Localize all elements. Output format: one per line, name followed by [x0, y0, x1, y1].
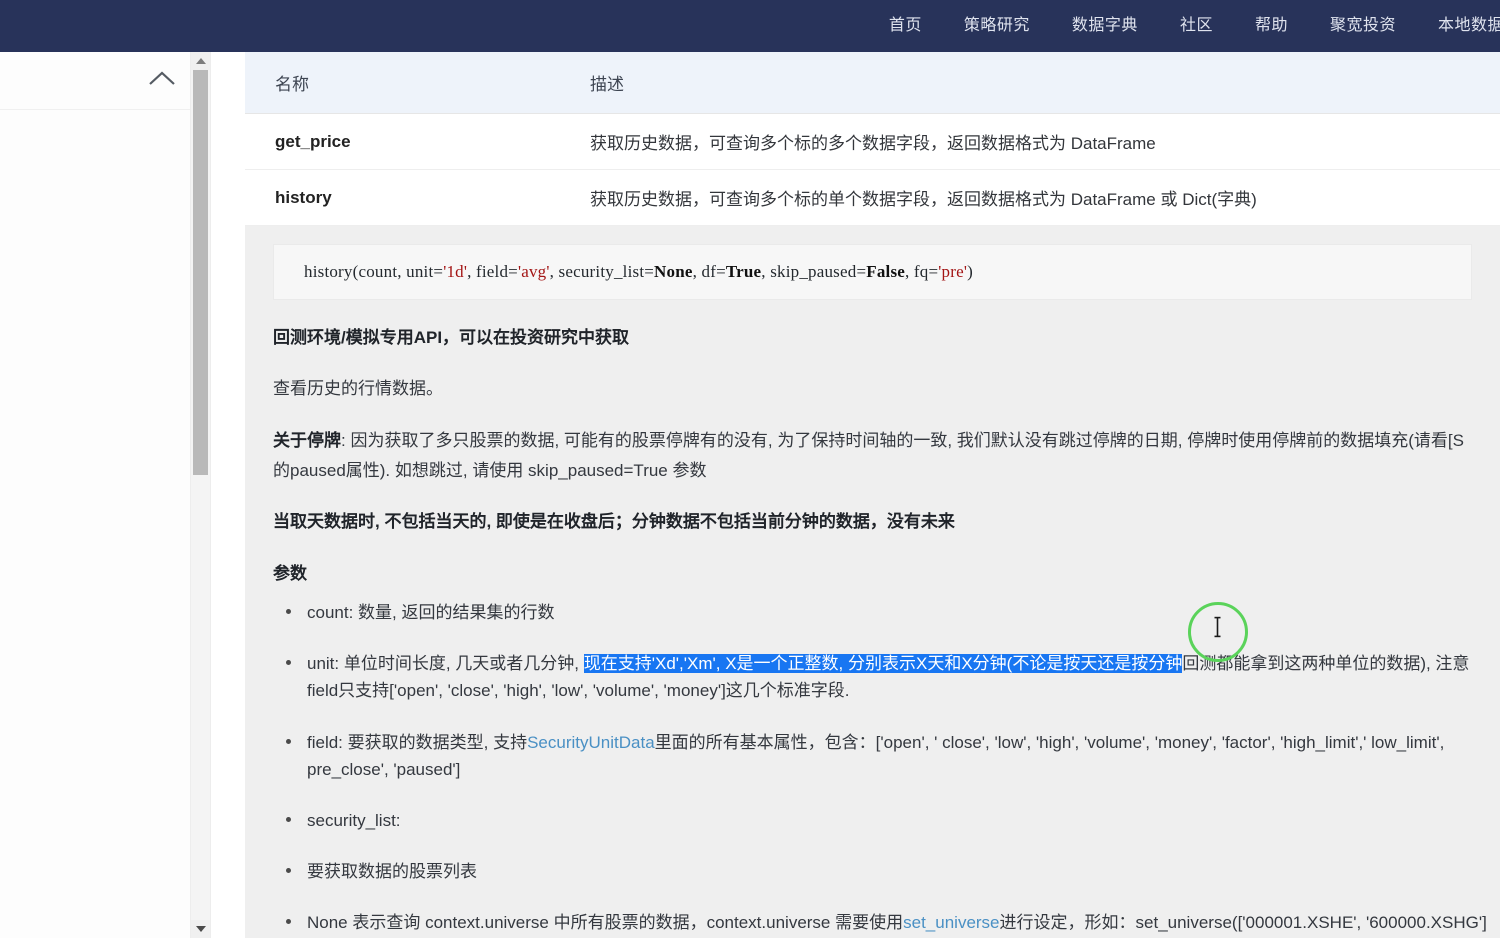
- code-keyword-none: None: [654, 262, 693, 281]
- scrollbar-down-arrow-button[interactable]: [191, 920, 210, 938]
- parameters-list: count: 数量, 返回的结果集的行数 unit: 单位时间长度, 几天或者几…: [245, 599, 1500, 938]
- heading-backtest-env: 回测环境/模拟专用API，可以在投资研究中获取: [273, 328, 630, 347]
- code-mid-2: , security_list=: [549, 262, 655, 281]
- code-prefix: history(count, unit=: [304, 262, 444, 281]
- nav-item-home[interactable]: 首页: [868, 0, 943, 52]
- nav-item-strategy-research[interactable]: 策略研究: [943, 0, 1051, 52]
- scrollbar-thumb[interactable]: [193, 70, 208, 475]
- param-none-line: None 表示查询 context.universe 中所有股票的数据，cont…: [307, 909, 1487, 936]
- code-string-avg: 'avg': [517, 262, 550, 281]
- code-mid-1: , field=: [467, 262, 518, 281]
- code-mid-3: , df=: [692, 262, 726, 281]
- triangle-down-icon: [195, 926, 206, 932]
- list-item-count: count: 数量, 返回的结果集的行数: [286, 599, 1472, 650]
- link-set-universe[interactable]: set_universe: [903, 913, 999, 932]
- nav-item-community[interactable]: 社区: [1159, 0, 1234, 52]
- nav-item-help[interactable]: 帮助: [1234, 0, 1309, 52]
- code-suffix: ): [967, 262, 973, 281]
- list-item-none: None 表示查询 context.universe 中所有股票的数据，cont…: [286, 909, 1487, 938]
- paragraph-intro: 查看历史的行情数据。: [273, 379, 443, 399]
- nav-item-local-data[interactable]: 本地数据: [1417, 0, 1500, 52]
- triangle-up-icon: [195, 58, 206, 64]
- list-item-field: field: 要获取的数据类型, 支持SecurityUnitData里面的所有…: [286, 729, 1472, 807]
- function-signature-code-block: history(count, unit='1d', field='avg', s…: [273, 244, 1472, 300]
- api-name-get-price[interactable]: get_price: [245, 113, 560, 170]
- label-about-suspension: 关于停牌: [273, 430, 341, 450]
- suspension-text-1: : 因为获取了多只股票的数据, 可能有的股票停牌有的没有, 为了保持时间轴的一致…: [341, 430, 1464, 450]
- page-scrollbar[interactable]: [190, 52, 211, 938]
- paragraph-suspension-line2: 的paused属性). 如想跳过, 请使用 skip_paused=True 参…: [273, 461, 707, 481]
- sidebar-header: [0, 52, 190, 110]
- scrollbar-up-arrow-button[interactable]: [191, 52, 210, 70]
- param-security-list-desc: 要获取数据的股票列表: [307, 862, 477, 882]
- table-header-row: 名称 描述: [245, 52, 1500, 114]
- documentation-content-area: 名称 描述 get_price 获取历史数据，可查询多个标的多个数据字段，返回数…: [245, 52, 1500, 938]
- code-string-pre: 'pre': [938, 262, 968, 281]
- table-row: history 获取历史数据，可查询多个标的单个数据字段，返回数据格式为 Dat…: [245, 169, 1500, 226]
- param-unit-line1: unit: 单位时间长度, 几天或者几分钟, 现在支持'Xd','Xm', X是…: [307, 650, 1472, 677]
- code-keyword-false: False: [866, 262, 906, 281]
- param-none-prefix: None 表示查询 context.universe 中所有股票的数据，cont…: [307, 913, 904, 933]
- param-field-line1: field: 要获取的数据类型, 支持SecurityUnitData里面的所有…: [307, 729, 1472, 756]
- param-field-postfix: 里面的所有基本属性，包含：['open', ' close', 'low', '…: [654, 732, 1445, 752]
- table-row: get_price 获取历史数据，可查询多个标的多个数据字段，返回数据格式为 D…: [245, 113, 1500, 170]
- code-string-1d: '1d': [443, 262, 468, 281]
- param-security-list-text: security_list:: [307, 811, 401, 830]
- code-keyword-true: True: [725, 262, 762, 281]
- param-field-prefix: field: 要获取的数据类型, 支持: [307, 732, 528, 752]
- api-name-history[interactable]: history: [245, 169, 560, 226]
- nav-item-data-dictionary[interactable]: 数据字典: [1051, 0, 1159, 52]
- top-navigation-bar: 首页 策略研究 数据字典 社区 帮助 聚宽投资 本地数据: [0, 0, 1500, 52]
- api-reference-table: 名称 描述 get_price 获取历史数据，可查询多个标的多个数据字段，返回数…: [245, 52, 1500, 226]
- param-field-line2: pre_close', 'paused']: [307, 759, 461, 779]
- chevron-up-icon[interactable]: [148, 70, 176, 88]
- list-item-security-list: security_list:: [286, 807, 1472, 858]
- left-sidebar-panel: [0, 52, 191, 938]
- list-item-unit: unit: 单位时间长度, 几天或者几分钟, 现在支持'Xd','Xm', X是…: [286, 650, 1472, 728]
- content-left-gutter: [212, 52, 245, 938]
- param-count-text: count: 数量, 返回的结果集的行数: [307, 603, 555, 623]
- link-security-unit-data[interactable]: SecurityUnitData: [527, 733, 655, 752]
- column-header-description: 描述: [560, 52, 1500, 114]
- column-header-name: 名称: [245, 52, 560, 114]
- param-unit-line2: field只支持['open', 'close', 'high', 'low',…: [307, 681, 850, 701]
- code-mid-4: , skip_paused=: [761, 262, 867, 281]
- nav-item-joinquant-invest[interactable]: 聚宽投资: [1309, 0, 1417, 52]
- paragraph-notice: 当取天数据时, 不包括当天的, 即使是在收盘后；分钟数据不包括当前分钟的数据，没…: [273, 512, 955, 532]
- paragraph-suspension-line1: 关于停牌: 因为获取了多只股票的数据, 可能有的股票停牌有的没有, 为了保持时间…: [273, 403, 1472, 454]
- api-desc-history: 获取历史数据，可查询多个标的单个数据字段，返回数据格式为 DataFrame 或…: [560, 169, 1500, 226]
- param-unit-postfix: 回测都能拿到这两种单位的数据), 注意: [1182, 654, 1470, 674]
- heading-parameters: 参数: [273, 563, 307, 583]
- selected-text-highlight[interactable]: 现在支持'Xd','Xm', X是一个正整数, 分别表示X天和X分钟(不论是按天…: [583, 654, 1183, 674]
- param-none-postfix: 进行设定，形如：set_universe(['000001.XSHE', '60…: [999, 913, 1487, 933]
- code-mid-5: , fq=: [905, 262, 939, 281]
- list-item-security-list-desc: 要获取数据的股票列表: [286, 858, 1472, 909]
- api-desc-get-price: 获取历史数据，可查询多个标的多个数据字段，返回数据格式为 DataFrame: [560, 113, 1500, 170]
- param-unit-prefix: unit: 单位时间长度, 几天或者几分钟,: [307, 654, 584, 674]
